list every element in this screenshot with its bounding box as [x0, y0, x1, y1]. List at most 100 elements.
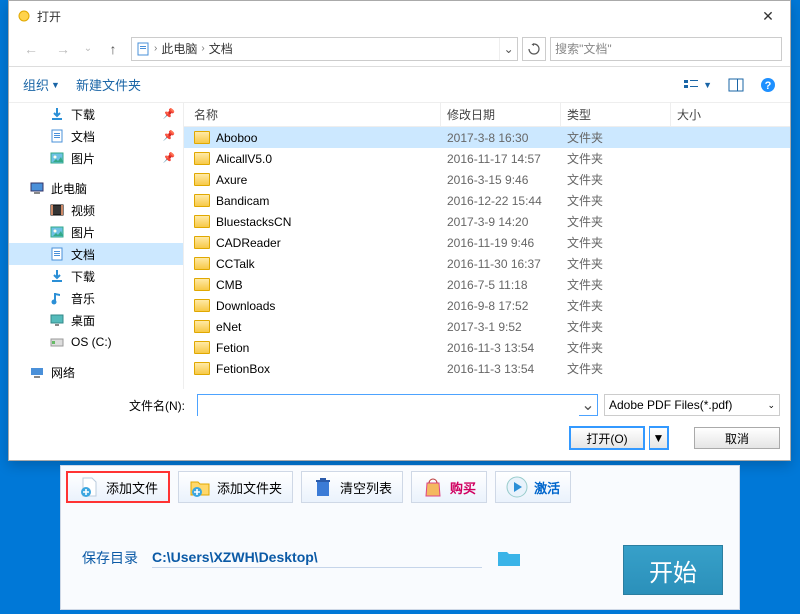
- col-type[interactable]: 类型: [561, 103, 671, 126]
- sidebar-item[interactable]: 桌面: [9, 309, 183, 331]
- new-folder-button[interactable]: 新建文件夹: [70, 71, 147, 98]
- file-row[interactable]: CCTalk2016-11-30 16:37文件夹: [184, 253, 790, 274]
- filename-input-wrap: ⌄: [197, 394, 598, 416]
- file-date: 2016-11-3 13:54: [441, 362, 561, 376]
- back-button[interactable]: ←: [17, 35, 45, 63]
- activate-button[interactable]: 激活: [495, 471, 571, 503]
- breadcrumb-bar[interactable]: › 此电脑 › 文档 ⌄: [131, 37, 518, 61]
- file-list: 名称 修改日期 类型 大小 Aboboo2017-3-8 16:30文件夹Ali…: [184, 103, 790, 389]
- open-button[interactable]: 打开(O): [570, 427, 644, 449]
- file-row[interactable]: BluestacksCN2017-3-9 14:20文件夹: [184, 211, 790, 232]
- folder-icon: [194, 194, 210, 207]
- sidebar-tree[interactable]: 下载📌文档📌图片📌 此电脑视频图片文档下载音乐桌面 OS (C:) 网络: [9, 103, 184, 389]
- sidebar-label: 图片: [71, 224, 95, 241]
- sidebar-item[interactable]: 网络: [9, 361, 183, 383]
- sidebar-item[interactable]: 文档📌: [9, 125, 183, 147]
- sidebar-label: 文档: [71, 246, 95, 263]
- file-date: 2016-11-30 16:37: [441, 257, 561, 271]
- sidebar-item[interactable]: 下载: [9, 265, 183, 287]
- file-date: 2016-3-15 9:46: [441, 173, 561, 187]
- vid-icon: [49, 202, 65, 218]
- file-row[interactable]: CADReader2016-11-19 9:46文件夹: [184, 232, 790, 253]
- search-input[interactable]: 搜索"文档": [550, 37, 782, 61]
- file-row[interactable]: Aboboo2017-3-8 16:30文件夹: [184, 127, 790, 148]
- file-row[interactable]: Fetion2016-11-3 13:54文件夹: [184, 337, 790, 358]
- filetype-filter[interactable]: Adobe PDF Files(*.pdf)⌄: [604, 394, 780, 416]
- col-name[interactable]: 名称: [184, 103, 441, 126]
- file-type: 文件夹: [561, 318, 671, 335]
- sidebar-item[interactable]: 音乐: [9, 287, 183, 309]
- sidebar-label: 视频: [71, 202, 95, 219]
- start-button[interactable]: 开始: [623, 545, 723, 595]
- help-button[interactable]: ?: [754, 73, 782, 97]
- up-button[interactable]: ↑: [99, 35, 127, 63]
- sidebar-item[interactable]: OS (C:): [9, 331, 183, 353]
- download-icon: [49, 268, 65, 284]
- file-row[interactable]: FetionBox2016-11-3 13:54文件夹: [184, 358, 790, 379]
- search-placeholder: 搜索"文档": [555, 40, 612, 57]
- sidebar-item[interactable]: 下载📌: [9, 103, 183, 125]
- save-dir-label: 保存目录: [82, 548, 138, 568]
- file-date: 2017-3-1 9:52: [441, 320, 561, 334]
- sidebar-item[interactable]: 此电脑: [9, 177, 183, 199]
- file-row[interactable]: Bandicam2016-12-22 15:44文件夹: [184, 190, 790, 211]
- sidebar-item[interactable]: 图片: [9, 221, 183, 243]
- file-name: CMB: [216, 278, 243, 292]
- music-icon: [49, 290, 65, 306]
- file-open-dialog: 打开 ✕ ← → ⌄ ↑ › 此电脑 › 文档 ⌄ 搜索"文档" 组织 ▼ 新建…: [8, 0, 791, 461]
- buy-button[interactable]: 购买: [411, 471, 487, 503]
- preview-pane-button[interactable]: [722, 74, 750, 96]
- filename-input[interactable]: [198, 395, 579, 417]
- file-row[interactable]: eNet2017-3-1 9:52文件夹: [184, 316, 790, 337]
- cancel-button[interactable]: 取消: [694, 427, 780, 449]
- file-row[interactable]: AlicallV5.02016-11-17 14:57文件夹: [184, 148, 790, 169]
- filename-dropdown[interactable]: ⌄: [579, 395, 597, 415]
- refresh-button[interactable]: [522, 37, 546, 61]
- file-name: BluestacksCN: [216, 215, 291, 229]
- sidebar-item[interactable]: 视频: [9, 199, 183, 221]
- clear-list-button[interactable]: 清空列表: [301, 471, 403, 503]
- browse-folder-icon[interactable]: [496, 548, 522, 568]
- file-type: 文件夹: [561, 276, 671, 293]
- file-type: 文件夹: [561, 192, 671, 209]
- file-row[interactable]: Axure2016-3-15 9:46文件夹: [184, 169, 790, 190]
- file-type: 文件夹: [561, 339, 671, 356]
- doc-icon: [49, 128, 65, 144]
- folder-icon: [194, 362, 210, 375]
- recent-dropdown[interactable]: ⌄: [81, 35, 95, 63]
- net-icon: [29, 364, 45, 380]
- add-folder-button[interactable]: 添加文件夹: [178, 471, 293, 503]
- col-size[interactable]: 大小: [671, 103, 751, 126]
- file-type: 文件夹: [561, 213, 671, 230]
- sidebar-label: OS (C:): [71, 335, 112, 349]
- sidebar-item[interactable]: 图片📌: [9, 147, 183, 169]
- view-menu[interactable]: ▼: [677, 74, 718, 96]
- doc-icon: [136, 42, 150, 56]
- folder-icon: [194, 320, 210, 333]
- close-button[interactable]: ✕: [746, 1, 790, 31]
- add-file-button[interactable]: 添加文件: [66, 471, 170, 503]
- breadcrumb-root[interactable]: 此电脑: [161, 40, 197, 57]
- file-row[interactable]: CMB2016-7-5 11:18文件夹: [184, 274, 790, 295]
- dialog-title: 打开: [37, 8, 746, 25]
- col-date[interactable]: 修改日期: [441, 103, 561, 126]
- folder-icon: [194, 236, 210, 249]
- sidebar-label: 此电脑: [51, 180, 87, 197]
- organize-menu[interactable]: 组织 ▼: [17, 71, 66, 98]
- file-row[interactable]: Downloads2016-9-8 17:52文件夹: [184, 295, 790, 316]
- breadcrumb-folder[interactable]: 文档: [209, 40, 233, 57]
- file-date: 2016-12-22 15:44: [441, 194, 561, 208]
- forward-button[interactable]: →: [49, 35, 77, 63]
- open-split-button[interactable]: ▼: [650, 427, 668, 449]
- download-icon: [49, 106, 65, 122]
- save-dir-path[interactable]: C:\Users\XZWH\Desktop\: [152, 547, 482, 568]
- path-dropdown[interactable]: ⌄: [499, 38, 517, 60]
- pin-icon: 📌: [163, 153, 175, 164]
- filename-label: 文件名(N):: [9, 397, 191, 414]
- file-name: Fetion: [216, 341, 249, 355]
- file-type: 文件夹: [561, 234, 671, 251]
- sidebar-item[interactable]: 文档: [9, 243, 183, 265]
- titlebar: 打开 ✕: [9, 1, 790, 31]
- column-headers: 名称 修改日期 类型 大小: [184, 103, 790, 127]
- file-name: CADReader: [216, 236, 281, 250]
